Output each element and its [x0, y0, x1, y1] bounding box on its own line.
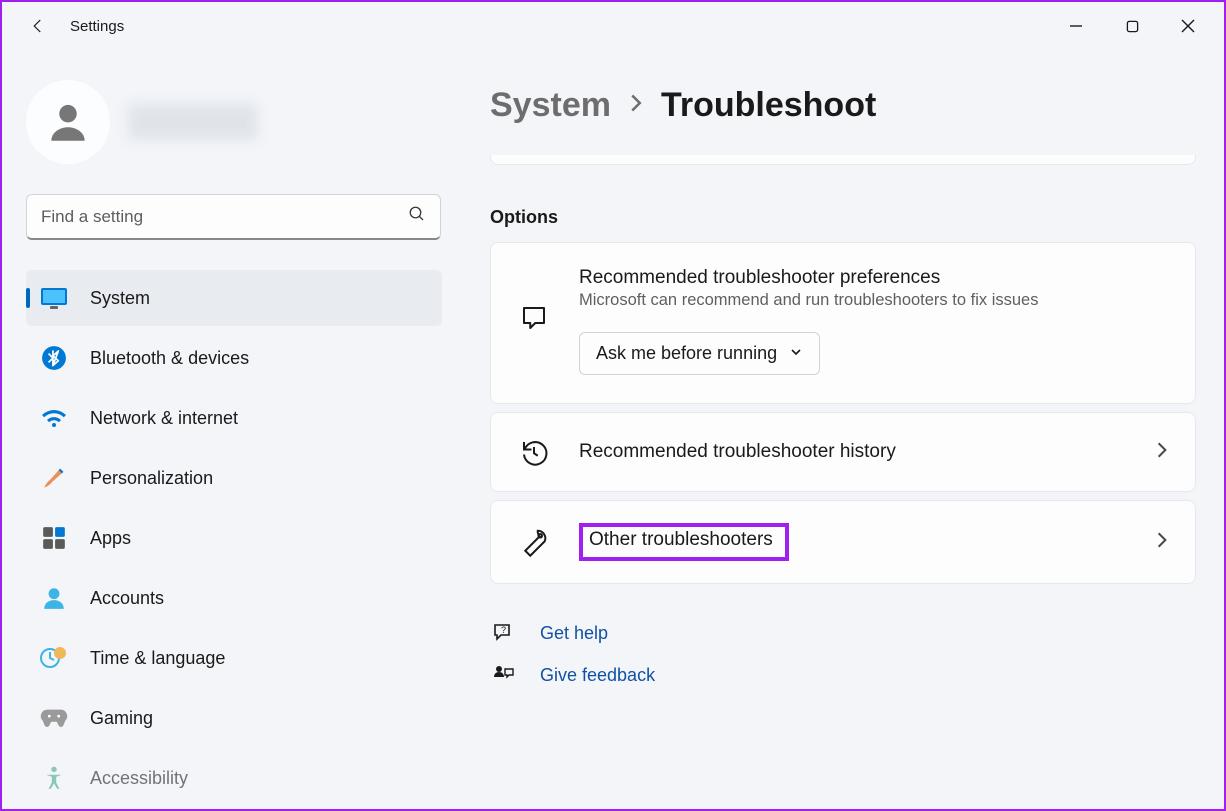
- wrench-icon: [517, 525, 551, 559]
- history-icon: [517, 435, 551, 469]
- nav-item-accessibility[interactable]: Accessibility: [26, 750, 442, 806]
- profile-name-redacted: [128, 104, 258, 140]
- paintbrush-icon: [40, 464, 68, 492]
- nav-label: Time & language: [90, 648, 225, 669]
- nav-item-gaming[interactable]: Gaming: [26, 690, 442, 746]
- collapsed-panel-edge: [490, 155, 1196, 165]
- window-controls: [1048, 6, 1216, 46]
- annotation-highlight: Other troubleshooters: [579, 523, 789, 561]
- chevron-right-icon: [1155, 531, 1169, 554]
- card-troubleshooter-preferences: Recommended troubleshooter preferences M…: [490, 242, 1196, 404]
- card-troubleshooter-history[interactable]: Recommended troubleshooter history: [490, 412, 1196, 492]
- nav-item-accounts[interactable]: Accounts: [26, 570, 442, 626]
- svg-text:?: ?: [501, 625, 506, 635]
- window-title: Settings: [70, 18, 124, 35]
- breadcrumb: System Troubleshoot: [490, 86, 1196, 125]
- nav-label: Personalization: [90, 468, 213, 489]
- bluetooth-icon: [40, 344, 68, 372]
- nav-item-apps[interactable]: Apps: [26, 510, 442, 566]
- breadcrumb-current: Troubleshoot: [661, 86, 876, 125]
- nav-label: Accounts: [90, 588, 164, 609]
- give-feedback-link[interactable]: Give feedback: [490, 662, 1196, 688]
- clock-globe-icon: [40, 644, 68, 672]
- search-box[interactable]: [26, 194, 441, 240]
- main-content: System Troubleshoot Options Recommended …: [462, 50, 1224, 809]
- nav-item-personalization[interactable]: Personalization: [26, 450, 442, 506]
- card-other-troubleshooters[interactable]: Other troubleshooters: [490, 500, 1196, 584]
- profile-section[interactable]: [26, 80, 442, 164]
- link-label: Give feedback: [540, 665, 655, 686]
- nav-label: Gaming: [90, 708, 153, 729]
- maximize-button[interactable]: [1104, 6, 1160, 46]
- display-icon: [40, 284, 68, 312]
- nav-list: System Bluetooth & devices Network & int…: [26, 270, 442, 806]
- chat-bubble-icon: [517, 301, 551, 335]
- feedback-icon: [490, 662, 516, 688]
- search-input[interactable]: [41, 207, 408, 227]
- nav-item-bluetooth[interactable]: Bluetooth & devices: [26, 330, 442, 386]
- help-icon: ?: [490, 620, 516, 646]
- minimize-button[interactable]: [1048, 6, 1104, 46]
- nav-label: Accessibility: [90, 768, 188, 789]
- nav-label: System: [90, 288, 150, 309]
- search-icon: [408, 205, 426, 228]
- nav-item-network[interactable]: Network & internet: [26, 390, 442, 446]
- nav-label: Bluetooth & devices: [90, 348, 249, 369]
- avatar: [26, 80, 110, 164]
- get-help-link[interactable]: ? Get help: [490, 620, 1196, 646]
- preferences-dropdown[interactable]: Ask me before running: [579, 332, 820, 375]
- section-label: Options: [490, 207, 1196, 228]
- gamepad-icon: [40, 704, 68, 732]
- sidebar: System Bluetooth & devices Network & int…: [2, 50, 462, 809]
- apps-icon: [40, 524, 68, 552]
- breadcrumb-parent[interactable]: System: [490, 86, 611, 125]
- card-title: Recommended troubleshooter preferences: [579, 267, 1169, 289]
- back-button[interactable]: [18, 6, 58, 46]
- dropdown-value: Ask me before running: [596, 343, 777, 364]
- card-title: Other troubleshooters: [589, 529, 773, 550]
- close-button[interactable]: [1160, 6, 1216, 46]
- accessibility-icon: [40, 764, 68, 792]
- nav-item-system[interactable]: System: [26, 270, 442, 326]
- nav-label: Apps: [90, 528, 131, 549]
- chevron-down-icon: [789, 343, 803, 364]
- titlebar: Settings: [2, 2, 1224, 50]
- person-icon: [40, 584, 68, 612]
- card-title: Recommended troubleshooter history: [579, 441, 1127, 463]
- wifi-icon: [40, 404, 68, 432]
- chevron-right-icon: [629, 93, 643, 119]
- chevron-right-icon: [1155, 441, 1169, 464]
- nav-item-time-language[interactable]: Time & language: [26, 630, 442, 686]
- nav-label: Network & internet: [90, 408, 238, 429]
- card-subtitle: Microsoft can recommend and run troubles…: [579, 291, 1169, 310]
- link-label: Get help: [540, 623, 608, 644]
